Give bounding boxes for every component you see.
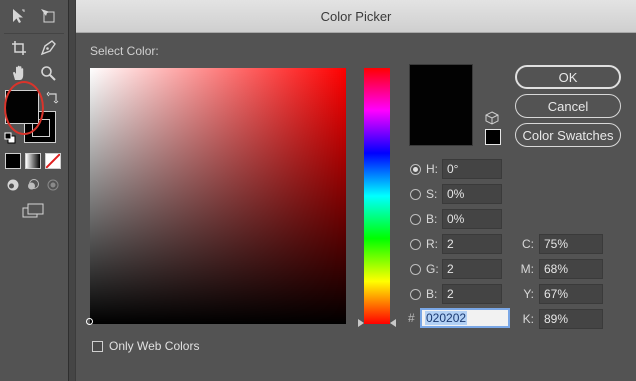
cyan-field[interactable]: 75%: [539, 234, 603, 254]
zoom-icon[interactable]: [37, 62, 59, 84]
color-field-marker[interactable]: [86, 318, 93, 325]
magenta-label: M:: [520, 262, 534, 276]
red-radio[interactable]: [410, 238, 421, 250]
blue-radio[interactable]: [410, 288, 421, 300]
web-safe-color-swatch[interactable]: [485, 129, 501, 145]
hue-slider-right-arrow[interactable]: [390, 319, 396, 327]
direct-selection-icon[interactable]: [8, 5, 30, 27]
color-mode-icon[interactable]: [5, 153, 21, 169]
black-field[interactable]: 89%: [539, 309, 603, 329]
red-label: R:: [426, 237, 438, 251]
hue-slider[interactable]: [364, 68, 390, 324]
panel-divider: [69, 0, 75, 381]
green-field[interactable]: 2: [442, 259, 502, 279]
cyan-row: C: 75%: [516, 233, 603, 255]
blue-field[interactable]: 2: [442, 284, 502, 304]
color-swatches-button[interactable]: Color Swatches: [515, 123, 621, 147]
tools-panel: [0, 0, 69, 381]
cyan-label: C:: [522, 237, 534, 251]
magenta-field[interactable]: 68%: [539, 259, 603, 279]
green-label: G:: [426, 262, 439, 276]
hue-label: H:: [426, 162, 438, 176]
brightness-field[interactable]: 0%: [442, 209, 502, 229]
color-field[interactable]: [86, 68, 346, 325]
brightness-radio[interactable]: [410, 213, 421, 225]
saturation-row: S: 0%: [410, 183, 502, 205]
brightness-label: B:: [426, 212, 438, 226]
magenta-row: M: 68%: [516, 258, 603, 280]
default-colors-icon[interactable]: [4, 132, 16, 144]
swap-colors-icon[interactable]: [45, 89, 61, 105]
screen-mode-icon[interactable]: [20, 201, 46, 221]
hex-prefix: #: [408, 311, 415, 325]
hex-value: 020202: [425, 311, 468, 325]
none-mode-icon[interactable]: [45, 153, 61, 169]
hue-radio[interactable]: [410, 163, 421, 175]
cancel-button[interactable]: Cancel: [515, 94, 621, 118]
draw-inside-icon[interactable]: [45, 177, 61, 193]
saturation-field[interactable]: 0%: [442, 184, 502, 204]
hue-row: H: 0°: [410, 158, 502, 180]
new-color-preview: [409, 64, 473, 146]
draw-behind-icon[interactable]: [25, 177, 41, 193]
green-row: G: 2: [410, 258, 502, 280]
draw-normal-icon[interactable]: [5, 177, 21, 193]
hex-row: # 020202: [408, 307, 510, 329]
yellow-row: Y: 67%: [516, 283, 603, 305]
saturation-label: S:: [426, 187, 438, 201]
red-annotation-circle: [4, 81, 44, 135]
only-web-colors-option[interactable]: Only Web Colors: [92, 339, 199, 353]
blue-row: B: 2: [410, 283, 502, 305]
select-color-label: Select Color:: [90, 44, 159, 58]
black-label: K:: [522, 312, 534, 326]
pen-icon[interactable]: [37, 37, 59, 59]
blue-label: B:: [426, 287, 438, 301]
red-field[interactable]: 2: [442, 234, 502, 254]
only-web-colors-label: Only Web Colors: [109, 339, 200, 353]
only-web-colors-checkbox[interactable]: [92, 340, 103, 352]
hue-slider-left-arrow[interactable]: [358, 319, 364, 327]
crop-icon[interactable]: [8, 37, 30, 59]
dialog-title: Color Picker: [320, 8, 392, 24]
color-picker-dialog: Color Picker Select Color: OK Cancel Col…: [76, 0, 636, 381]
out-of-web-gamut-cube-icon[interactable]: [485, 111, 499, 128]
yellow-field[interactable]: 67%: [539, 284, 603, 304]
hex-field[interactable]: 020202: [420, 308, 510, 328]
ok-button[interactable]: OK: [515, 65, 621, 89]
red-row: R: 2: [410, 233, 502, 255]
green-radio[interactable]: [410, 263, 421, 275]
saturation-radio[interactable]: [410, 188, 421, 200]
black-row: K: 89%: [516, 308, 603, 330]
title-bar[interactable]: Color Picker: [76, 0, 636, 33]
gradient-mode-icon[interactable]: [25, 153, 41, 169]
brightness-row: B: 0%: [410, 208, 502, 230]
yellow-label: Y:: [523, 287, 534, 301]
hue-field[interactable]: 0°: [442, 159, 502, 179]
artboard-icon[interactable]: [37, 5, 59, 27]
